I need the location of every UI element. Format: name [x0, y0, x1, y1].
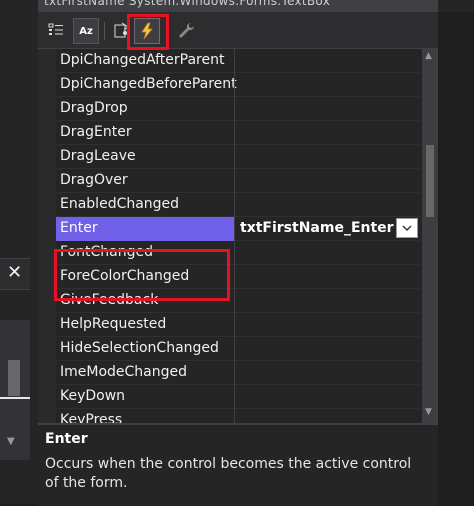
properties-window: txtFirstName System.Windows.Forms.TextBo…: [38, 0, 474, 506]
event-row[interactable]: HelpRequested: [38, 313, 420, 337]
chevron-down-icon: [402, 225, 412, 231]
event-name: DragDrop: [60, 100, 128, 116]
event-name: DragOver: [60, 172, 128, 188]
description-title: Enter: [45, 431, 88, 447]
event-row[interactable]: DpiChangedAfterParent: [38, 49, 420, 73]
enter-row-highlight: [54, 249, 230, 301]
handler-dropdown-button[interactable]: [396, 218, 418, 238]
alphabetical-button[interactable]: Az: [73, 18, 99, 44]
event-row[interactable]: HideSelectionChanged: [38, 337, 420, 361]
property-pages-button[interactable]: [174, 18, 198, 42]
description-text: Occurs when the control becomes the acti…: [45, 456, 412, 491]
event-row[interactable]: DragEnter: [38, 121, 420, 145]
left-docked-panel: ✕ ▼: [0, 0, 38, 504]
toolbar-separator: [104, 22, 105, 40]
close-icon: ✕: [7, 262, 23, 283]
event-name: DpiChangedAfterParent: [60, 52, 225, 68]
grid-scrollbar-thumb[interactable]: [426, 145, 434, 217]
events-button-highlight: [127, 14, 169, 50]
event-grid: DpiChangedAfterParent DpiChangedBeforePa…: [38, 49, 420, 423]
event-row[interactable]: EnabledChanged: [38, 193, 420, 217]
event-name: HideSelectionChanged: [60, 340, 219, 356]
wrench-icon: [179, 22, 195, 38]
categorized-button[interactable]: [44, 18, 68, 42]
left-scrollbar-thumb[interactable]: [8, 360, 20, 396]
left-scrollbar[interactable]: ▼: [0, 320, 30, 460]
close-button[interactable]: ✕: [0, 258, 30, 290]
scroll-down-icon[interactable]: ▼: [425, 407, 432, 417]
object-selector-text: txtFirstName System.Windows.Forms.TextBo…: [44, 0, 331, 8]
event-name: KeyDown: [60, 388, 126, 404]
grid-scrollbar[interactable]: ▲ ▼: [422, 49, 438, 423]
scroll-down-icon[interactable]: ▼: [7, 436, 15, 447]
right-margin: [438, 12, 474, 504]
event-name: DragLeave: [60, 148, 136, 164]
event-row[interactable]: DragLeave: [38, 145, 420, 169]
event-row-selected[interactable]: Enter txtFirstName_Enter: [38, 217, 420, 241]
event-row[interactable]: DragDrop: [38, 97, 420, 121]
scroll-up-icon[interactable]: ▲: [425, 51, 432, 61]
categorized-icon: [48, 23, 63, 35]
event-handler-value[interactable]: txtFirstName_Enter: [240, 220, 394, 236]
event-name: HelpRequested: [60, 316, 167, 332]
event-row[interactable]: KeyDown: [38, 385, 420, 409]
properties-toolbar: Az: [38, 12, 474, 49]
left-divider: [0, 397, 30, 399]
alphabetical-icon: Az: [79, 25, 93, 37]
description-pane: Enter Occurs when the control becomes th…: [38, 423, 438, 506]
event-name: EnabledChanged: [60, 196, 180, 212]
event-row[interactable]: KeyPress: [38, 409, 420, 423]
event-name: Enter: [60, 220, 98, 236]
event-row[interactable]: ImeModeChanged: [38, 361, 420, 385]
event-name: ImeModeChanged: [60, 364, 188, 380]
event-name: KeyPress: [60, 412, 123, 423]
event-name: DragEnter: [60, 124, 132, 140]
object-selector[interactable]: txtFirstName System.Windows.Forms.TextBo…: [38, 0, 438, 12]
event-row[interactable]: DragOver: [38, 169, 420, 193]
event-name: DpiChangedBeforeParent: [60, 76, 237, 92]
event-row[interactable]: DpiChangedBeforeParent: [38, 73, 420, 97]
